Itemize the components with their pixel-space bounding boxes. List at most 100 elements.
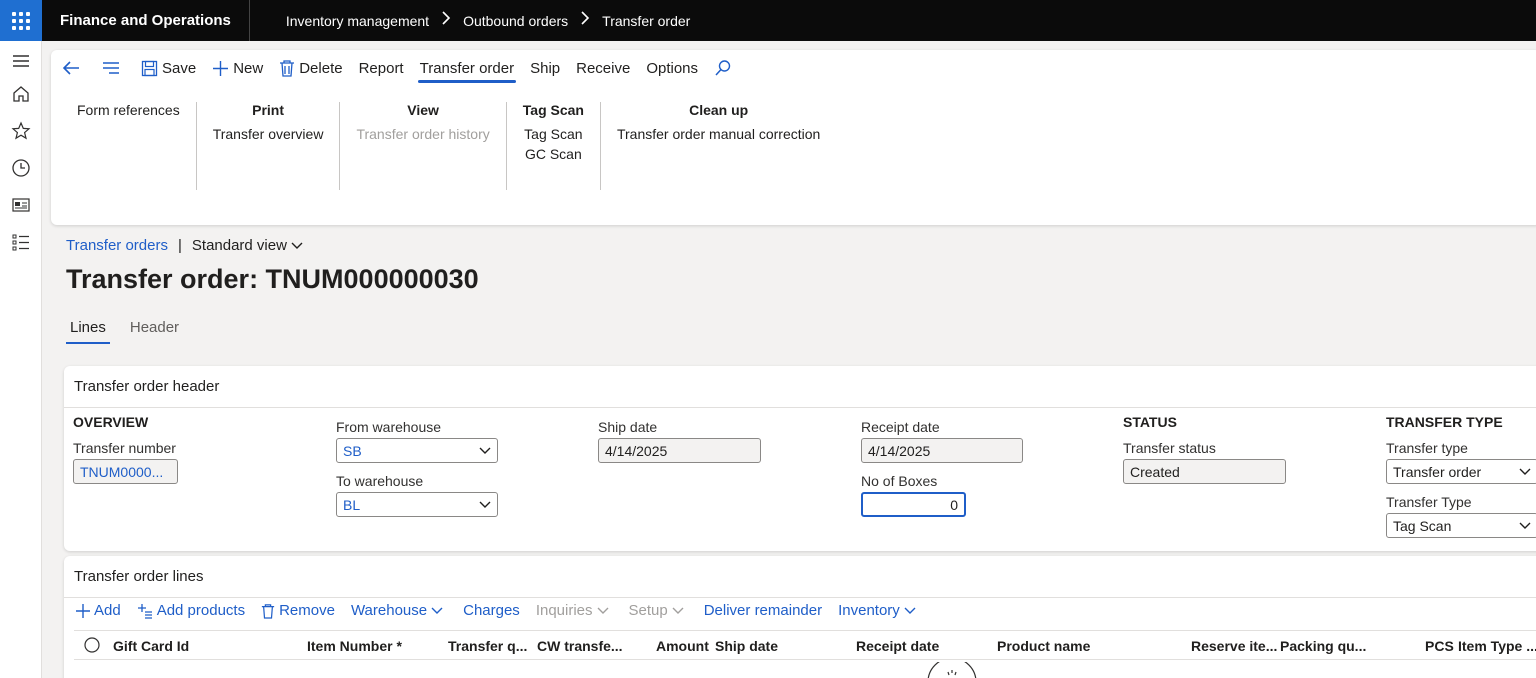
- add-line-button[interactable]: Add: [76, 602, 121, 619]
- from-warehouse-label: From warehouse: [336, 419, 442, 435]
- add-products-icon: [137, 603, 152, 619]
- status-section: STATUS Transfer status Created: [1123, 414, 1286, 484]
- charges-button[interactable]: Charges: [463, 602, 520, 619]
- transfer-number-field[interactable]: TNUM0000...: [73, 459, 178, 484]
- column-reserve-items[interactable]: Reserve ite...: [1191, 638, 1277, 654]
- remove-line-button[interactable]: Remove: [261, 602, 335, 619]
- app-launcher-button[interactable]: [0, 0, 42, 41]
- tab-header[interactable]: Header: [126, 319, 183, 344]
- back-button[interactable]: [61, 59, 85, 77]
- add-products-button[interactable]: Add products: [137, 602, 245, 619]
- to-warehouse-select[interactable]: BL: [336, 492, 498, 517]
- view-selector[interactable]: Standard view: [192, 237, 303, 254]
- deliver-remainder-button[interactable]: Deliver remainder: [704, 602, 822, 619]
- group-tag-scan: Tag Scan Tag Scan GC Scan: [507, 102, 601, 190]
- gc-scan-button[interactable]: GC Scan: [523, 146, 584, 162]
- chevron-down-icon: [904, 607, 916, 614]
- to-warehouse-label: To warehouse: [336, 473, 424, 489]
- plus-icon: [76, 603, 90, 618]
- inquiries-menu-button[interactable]: Inquiries: [536, 602, 613, 619]
- star-icon[interactable]: [11, 121, 31, 141]
- breadcrumb-item-transfer-order[interactable]: Transfer order: [602, 13, 690, 29]
- chevron-right-icon: [441, 11, 451, 30]
- divider: |: [177, 237, 182, 254]
- transfer-type-select[interactable]: Transfer order: [1386, 459, 1536, 484]
- status-title: STATUS: [1123, 414, 1177, 430]
- setup-menu-button[interactable]: Setup: [629, 602, 688, 619]
- clock-icon[interactable]: [11, 158, 31, 178]
- tab-ship[interactable]: Ship: [530, 60, 560, 77]
- tag-scan-button[interactable]: Tag Scan: [523, 126, 584, 142]
- chevron-down-icon: [1519, 468, 1531, 475]
- new-button[interactable]: New: [212, 60, 263, 77]
- form-references-button[interactable]: Form references: [77, 102, 180, 118]
- receipt-date-section: Receipt date 4/14/2025 No of Boxes 0: [861, 419, 1023, 517]
- tab-receive[interactable]: Receive: [576, 60, 630, 77]
- ship-date-field[interactable]: 4/14/2025: [598, 438, 761, 463]
- receipt-date-field[interactable]: 4/14/2025: [861, 438, 1023, 463]
- radio-circle-icon: [84, 637, 100, 653]
- chevron-down-icon: [431, 607, 443, 614]
- transfer-order-history-button[interactable]: Transfer order history: [356, 126, 489, 142]
- column-packing-quantity[interactable]: Packing qu...: [1280, 638, 1366, 654]
- ship-date-section: Ship date 4/14/2025: [598, 419, 761, 463]
- page-tabs: Lines Header: [66, 319, 199, 344]
- breadcrumb-item-inventory-management[interactable]: Inventory management: [286, 13, 429, 29]
- group-tag-scan-title: Tag Scan: [522, 102, 584, 118]
- modules-list-icon[interactable]: [11, 232, 31, 252]
- plus-icon: [213, 60, 229, 76]
- transfer-order-lines-card: Transfer order lines Add Add products Re…: [64, 556, 1536, 678]
- column-pcs[interactable]: PCS: [1425, 638, 1454, 654]
- header-card-title[interactable]: Transfer order header: [64, 366, 1536, 408]
- group-form-references: Form references: [69, 102, 197, 190]
- chevron-down-icon: [291, 242, 303, 249]
- delete-button[interactable]: Delete: [279, 59, 343, 77]
- page-title: Transfer order: TNUM000000030: [66, 264, 479, 294]
- collapse-menu-button[interactable]: [101, 59, 125, 77]
- column-gift-card-id[interactable]: Gift Card Id: [113, 638, 189, 654]
- no-of-boxes-label: No of Boxes: [861, 473, 938, 489]
- workspace-icon[interactable]: [11, 195, 31, 215]
- column-item-number[interactable]: Item Number *: [307, 638, 402, 654]
- trash-icon: [261, 603, 275, 619]
- action-groups: Form references Print Transfer overview …: [69, 102, 836, 190]
- breadcrumb-item-outbound-orders[interactable]: Outbound orders: [463, 13, 568, 29]
- column-receipt-date[interactable]: Receipt date: [856, 638, 939, 654]
- navigation-rail: [0, 41, 42, 678]
- column-item-type[interactable]: Item Type ...: [1458, 638, 1536, 654]
- transfer-overview-button[interactable]: Transfer overview: [213, 126, 324, 142]
- from-warehouse-select[interactable]: SB: [336, 438, 498, 463]
- select-all-radio[interactable]: [84, 637, 100, 656]
- app-title[interactable]: Finance and Operations: [42, 0, 250, 41]
- tab-transfer-order[interactable]: Transfer order: [417, 60, 517, 83]
- hamburger-menu-icon[interactable]: [11, 51, 31, 71]
- column-ship-date[interactable]: Ship date: [715, 638, 778, 654]
- transfer-status-field[interactable]: Created: [1123, 459, 1286, 484]
- tab-options[interactable]: Options: [646, 60, 698, 77]
- transfer-type-title: TRANSFER TYPE: [1386, 414, 1503, 430]
- tab-lines[interactable]: Lines: [66, 319, 110, 344]
- transfer-type-2-select[interactable]: Tag Scan: [1386, 513, 1536, 538]
- home-icon[interactable]: [11, 84, 31, 104]
- inventory-menu-button[interactable]: Inventory: [838, 602, 920, 619]
- transfer-orders-link[interactable]: Transfer orders: [66, 237, 168, 254]
- warehouse-section: From warehouse SB To warehouse BL: [336, 419, 498, 517]
- warehouse-menu-button[interactable]: Warehouse: [351, 602, 447, 619]
- lines-card-title[interactable]: Transfer order lines: [64, 556, 1536, 598]
- column-amount[interactable]: Amount: [656, 638, 709, 654]
- group-print-title: Print: [252, 102, 285, 118]
- chevron-down-icon: [1519, 522, 1531, 529]
- column-product-name[interactable]: Product name: [997, 638, 1090, 654]
- transfer-status-label: Transfer status: [1123, 440, 1216, 456]
- breadcrumb: Inventory management Outbound orders Tra…: [286, 11, 690, 30]
- manual-correction-button[interactable]: Transfer order manual correction: [617, 126, 820, 142]
- search-button[interactable]: [714, 59, 736, 77]
- column-transfer-quantity[interactable]: Transfer q...: [448, 638, 527, 654]
- column-cw-transfer[interactable]: CW transfe...: [537, 638, 623, 654]
- chevron-down-icon: [672, 607, 684, 614]
- no-of-boxes-field[interactable]: 0: [861, 492, 966, 517]
- top-bar: Finance and Operations Inventory managem…: [0, 0, 1536, 41]
- save-button[interactable]: Save: [141, 60, 196, 77]
- report-button[interactable]: Report: [359, 60, 404, 77]
- group-clean-up-title: Clean up: [689, 102, 749, 118]
